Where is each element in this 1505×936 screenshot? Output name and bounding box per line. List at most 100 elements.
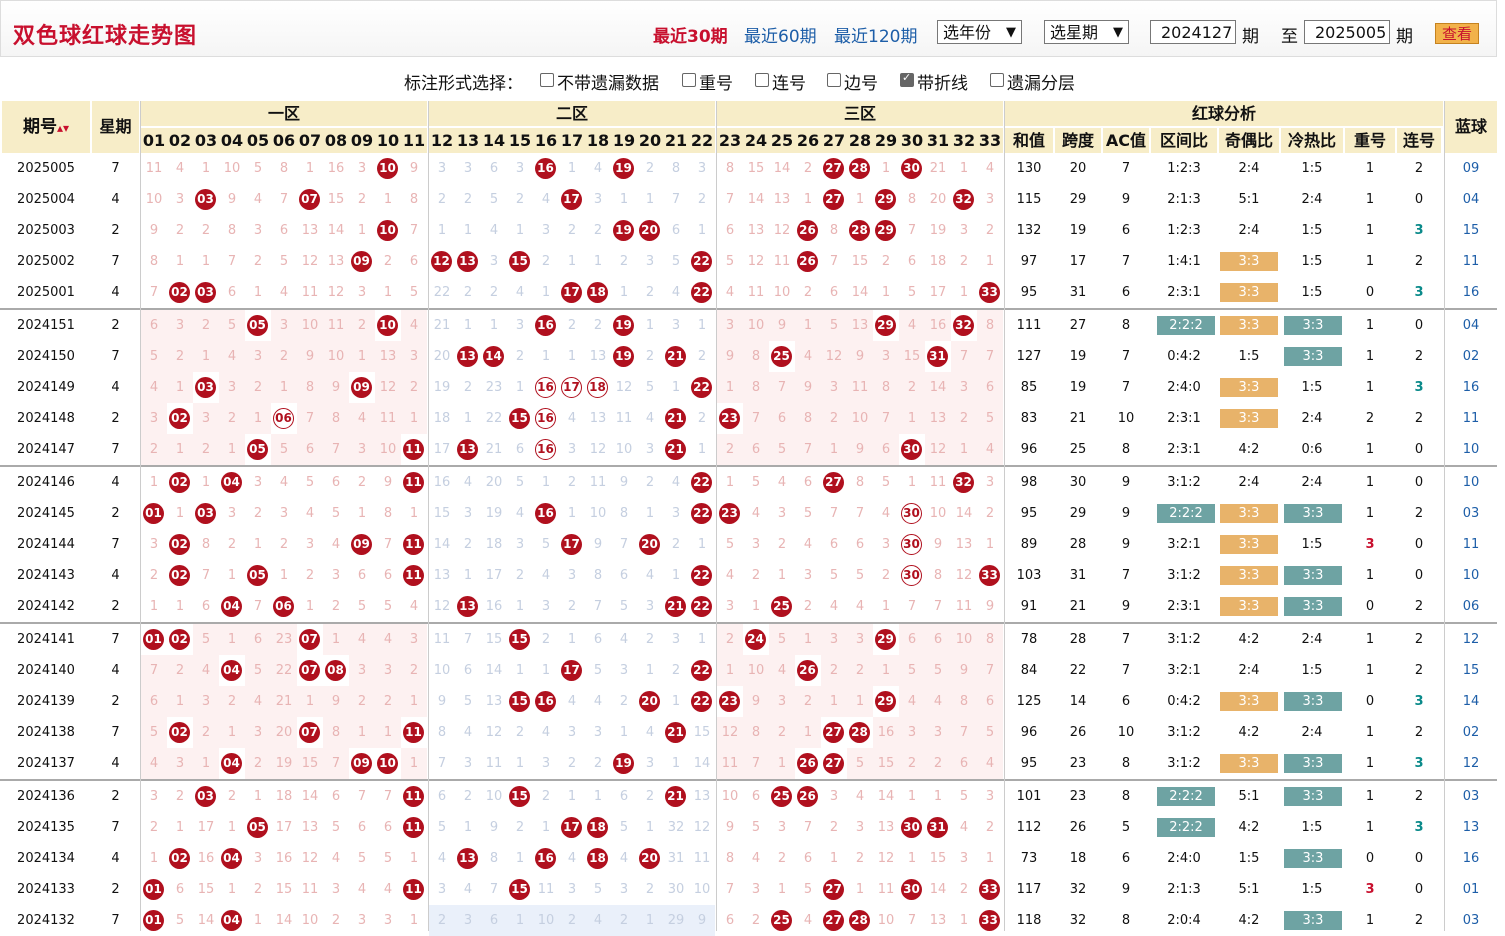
column-divider <box>428 101 429 931</box>
checkbox-icon[interactable] <box>827 73 841 87</box>
miss-cell: 9 <box>717 812 743 843</box>
miss-cell: 10 <box>533 905 559 936</box>
span-cell: 19 <box>1069 380 1087 395</box>
red-ball: 28 <box>849 220 870 241</box>
miss-cell: 1 <box>481 310 507 341</box>
miss-cell: 4 <box>977 748 1003 779</box>
issue-cell: 2024142 <box>17 599 75 614</box>
miss-cell: 9 <box>847 434 873 465</box>
miss-cell: 1 <box>429 215 455 246</box>
miss-cell: 6 <box>375 560 401 591</box>
option-consecutive[interactable]: 连号 <box>755 69 806 94</box>
view-button[interactable]: 查看 <box>1435 23 1479 44</box>
red-ball: 09 <box>351 377 372 398</box>
checkbox-icon[interactable] <box>540 73 554 87</box>
year-select[interactable]: 选年份 ▼ <box>937 20 1022 44</box>
miss-cell: 2 <box>219 686 245 717</box>
span-cell: 26 <box>1069 725 1087 740</box>
table-row: 2024138 7 5 02 2 1 3 20 07 8 1 1 11 8 4 12 2 4 3 3 1 4 21 15 12 8… <box>0 717 1497 748</box>
miss-cell: 10 <box>873 905 899 936</box>
miss-cell: 3 <box>245 467 271 498</box>
miss-cell: 4 <box>663 277 689 308</box>
sum-cell: 83 <box>1020 411 1038 426</box>
consecutive-cell: 2 <box>1414 411 1424 426</box>
miss-cell: 16 <box>271 843 297 874</box>
recent-120-link[interactable]: 最近120期 <box>834 22 917 47</box>
sort-icon[interactable]: ▴▾ <box>57 121 69 135</box>
blue-ball-cell: 02 <box>1462 349 1480 364</box>
option-layer[interactable]: 遗漏分层 <box>990 69 1075 94</box>
repeat-count-cell: 1 <box>1365 568 1375 583</box>
miss-cell: 2 <box>219 403 245 434</box>
option-no-miss[interactable]: 不带遗漏数据 <box>540 69 659 94</box>
checkbox-checked-icon[interactable] <box>900 71 914 87</box>
red-ball: 32 <box>953 189 974 210</box>
miss-cell: 10 <box>769 277 795 308</box>
miss-cell: 7 <box>821 498 847 529</box>
ac-cell: 9 <box>1121 506 1131 521</box>
miss-cell: 1 <box>663 686 689 717</box>
number-header-32: 32 <box>951 128 977 153</box>
miss-cell: 3 <box>559 717 585 748</box>
miss-cell: 2 <box>297 560 323 591</box>
recent-60-link[interactable]: 最近60期 <box>744 22 817 47</box>
miss-cell: 29 <box>663 905 689 936</box>
option-repeat[interactable]: 重号 <box>682 69 733 94</box>
miss-cell: 10 <box>743 310 769 341</box>
blue-ball-cell: 10 <box>1462 475 1480 490</box>
miss-cell: 1 <box>245 403 271 434</box>
miss-cell: 1 <box>219 624 245 655</box>
miss-cell: 11 <box>951 591 977 622</box>
red-ball: 16 <box>535 848 556 869</box>
to-issue-input[interactable]: 2025005 <box>1304 20 1390 44</box>
miss-cell: 2 <box>167 781 193 812</box>
red-ball: 02 <box>169 722 190 743</box>
zone-ratio-cell: 3:2:1 <box>1167 537 1201 552</box>
miss-cell: 7 <box>323 748 349 779</box>
cold-hot-cell: 0:6 <box>1301 442 1323 457</box>
odd-even-cell: 5:1 <box>1238 789 1260 804</box>
miss-cell: 7 <box>899 215 925 246</box>
red-ball: 21 <box>665 408 686 429</box>
miss-cell: 2 <box>271 529 297 560</box>
number-header-14: 14 <box>481 128 507 153</box>
number-header-16: 16 <box>533 128 559 153</box>
miss-cell: 4 <box>429 843 455 874</box>
blue-ball-cell: 13 <box>1462 820 1480 835</box>
miss-cell: 2 <box>977 215 1003 246</box>
miss-cell: 20 <box>481 467 507 498</box>
week-select[interactable]: 选星期 ▼ <box>1044 20 1129 44</box>
checkbox-icon[interactable] <box>990 73 1004 87</box>
miss-cell: 2 <box>925 748 951 779</box>
issue-header[interactable]: 期号▴▾ <box>2 101 90 153</box>
table-row: 2024149 4 4 1 03 3 2 1 8 9 09 12 2 19 2 23 1 16 17 18 12 5 1 22… <box>0 372 1497 403</box>
consecutive-cell: 2 <box>1414 599 1424 614</box>
table-row: 2025004 4 10 3 03 9 4 7 07 15 2 1 8 2 2 5 2 4 17 3 1 1 7 2 7 14 13… <box>0 184 1497 215</box>
miss-cell: 1 <box>689 310 715 341</box>
miss-cell: 2 <box>349 184 375 215</box>
checkbox-icon[interactable] <box>682 73 696 87</box>
red-ball: 26 <box>797 786 818 807</box>
red-ball: 18 <box>587 282 608 303</box>
miss-cell: 7 <box>743 403 769 434</box>
option-polyline[interactable]: 带折线 <box>900 69 968 94</box>
miss-cell: 2 <box>455 184 481 215</box>
miss-cell: 3 <box>193 686 219 717</box>
miss-cell: 3 <box>769 498 795 529</box>
miss-cell: 6 <box>507 434 533 465</box>
repeat-count-cell: 1 <box>1365 913 1375 928</box>
miss-cell: 5 <box>455 686 481 717</box>
option-edge[interactable]: 边号 <box>827 69 878 94</box>
from-issue-input[interactable]: 2024127 <box>1150 20 1236 44</box>
miss-cell: 13 <box>585 403 611 434</box>
miss-cell: 7 <box>925 591 951 622</box>
cold-hot-cell: 1:5 <box>1301 380 1323 395</box>
checkbox-icon[interactable] <box>755 73 769 87</box>
miss-cell: 3 <box>977 781 1003 812</box>
recent-30-link[interactable]: 最近30期 <box>653 22 728 47</box>
miss-cell: 4 <box>323 843 349 874</box>
miss-cell: 8 <box>663 153 689 184</box>
red-ball: 16 <box>535 158 556 179</box>
zone-ratio-cell: 2:3:1 <box>1167 599 1201 614</box>
miss-cell: 1 <box>769 874 795 905</box>
